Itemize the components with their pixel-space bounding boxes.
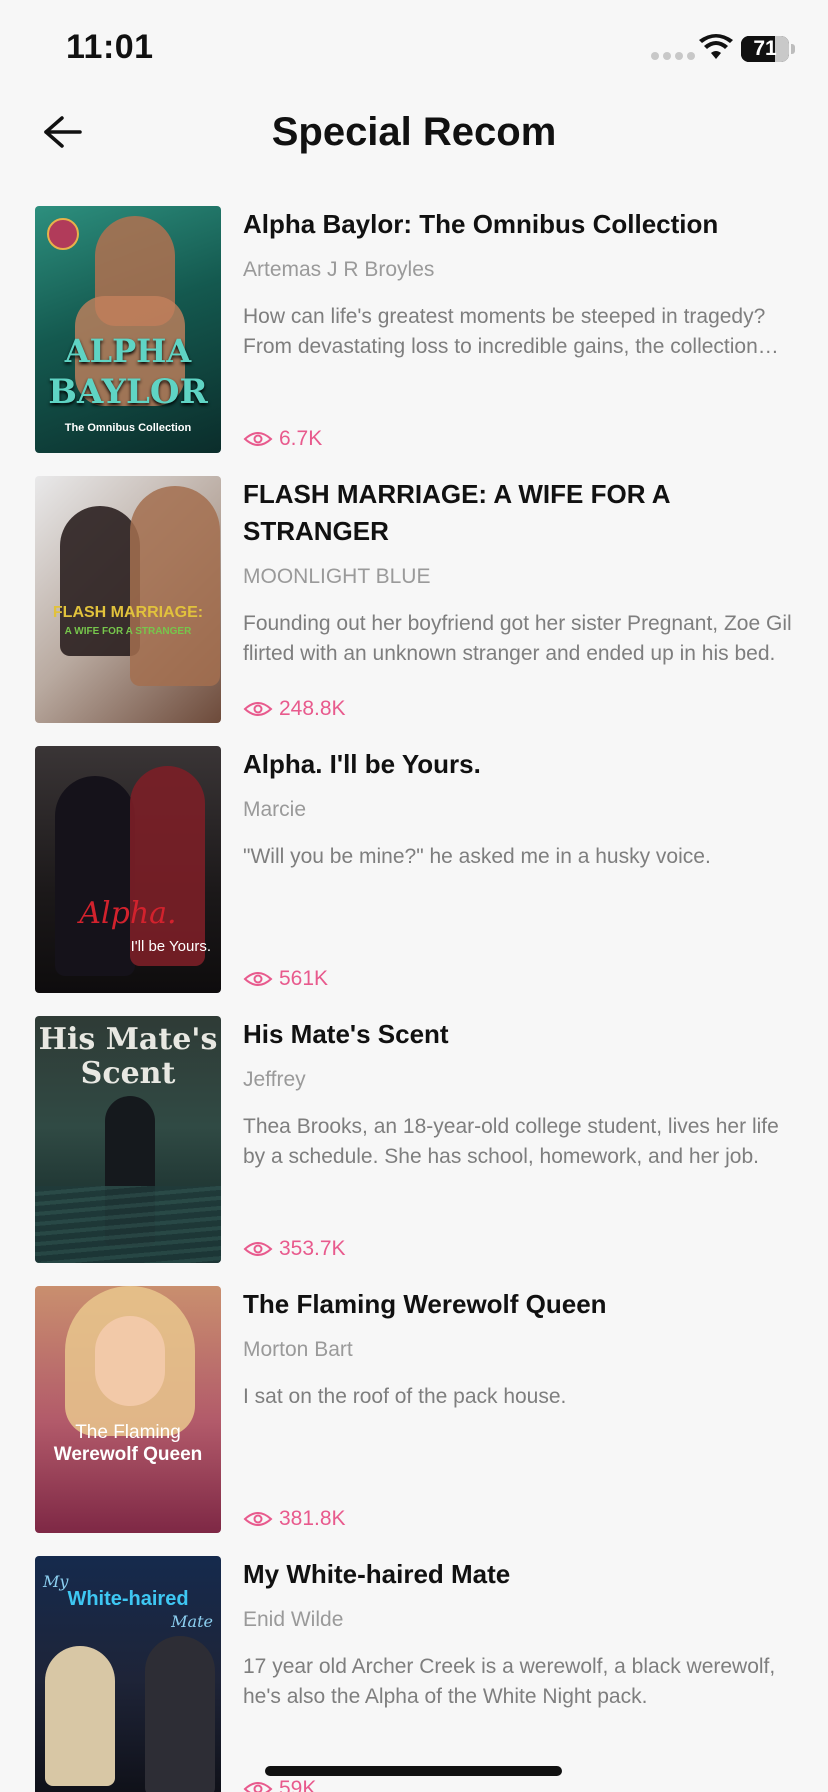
book-cover: My White-haired Mate <box>35 1556 221 1792</box>
battery-percent: 71 <box>753 37 777 60</box>
book-author: Artemas J R Broyles <box>243 258 435 281</box>
cover-title-line: Mate <box>171 1612 213 1631</box>
book-author: MOONLIGHT BLUE <box>243 565 431 588</box>
cover-title-line: Werewolf Queen <box>53 1444 203 1465</box>
home-indicator[interactable] <box>265 1766 562 1776</box>
signal-icon <box>651 52 695 60</box>
cover-title-line: His Mate's <box>38 1022 218 1057</box>
book-cover: Alpha. I'll be Yours. <box>35 746 221 993</box>
views-count: 59K <box>279 1777 317 1792</box>
book-views: 381.8K <box>243 1505 346 1533</box>
book-description: How can life's greatest moments be steep… <box>243 305 766 358</box>
cover-subtitle: I'll be Yours. <box>130 938 211 955</box>
book-title: The Flaming Werewolf Queen <box>243 1289 607 1319</box>
book-info: The Flaming Werewolf Queen Morton Bart I… <box>243 1286 793 1533</box>
book-cover: The Flaming Werewolf Queen <box>35 1286 221 1533</box>
cover-title-line: The Flaming <box>75 1422 181 1443</box>
screen: 11:01 71 Special Recom ALPHA BAYLOR The … <box>0 0 828 1792</box>
cover-title-line: ALPHA <box>64 332 192 370</box>
nav-bar: Special Recom <box>0 100 828 166</box>
eye-icon <box>243 1512 273 1526</box>
cover-title-line: BAYLOR <box>48 372 208 412</box>
cover-title-line: Scent <box>80 1056 176 1091</box>
book-title: Alpha. I'll be Yours. <box>243 749 481 779</box>
book-views: 6.7K <box>243 425 322 453</box>
book-title: FLASH MARRIAGE: A WIFE FOR A STRANGER <box>243 479 670 546</box>
book-views: 353.7K <box>243 1235 346 1263</box>
page-title: Special Recom <box>271 110 557 154</box>
views-count: 353.7K <box>279 1237 346 1260</box>
book-description: 17 year old Archer Creek is a werewolf, … <box>243 1655 776 1708</box>
book-info: His Mate's Scent Jeffrey Thea Brooks, an… <box>243 1016 793 1263</box>
book-cover: His Mate's Scent <box>35 1016 221 1263</box>
book-info: Alpha Baylor: The Omnibus Collection Art… <box>243 206 793 453</box>
book-title: His Mate's Scent <box>243 1019 449 1049</box>
eye-icon <box>243 1782 273 1792</box>
views-count: 248.8K <box>279 697 346 720</box>
book-author: Morton Bart <box>243 1338 353 1361</box>
wifi-icon <box>699 34 733 59</box>
cover-title-line: White-haired <box>67 1588 189 1610</box>
book-list: ALPHA BAYLOR The Omnibus Collection Alph… <box>0 206 828 1792</box>
views-count: 561K <box>279 967 329 990</box>
book-info: My White-haired Mate Enid Wilde 17 year … <box>243 1556 793 1792</box>
book-item[interactable]: FLASH MARRIAGE: A WIFE FOR A STRANGER FL… <box>0 476 828 746</box>
book-item[interactable]: ALPHA BAYLOR The Omnibus Collection Alph… <box>0 206 828 476</box>
views-count: 381.8K <box>279 1507 346 1530</box>
eye-icon <box>243 972 273 986</box>
book-author: Enid Wilde <box>243 1608 344 1631</box>
book-author: Jeffrey <box>243 1068 306 1091</box>
book-views: 248.8K <box>243 695 346 723</box>
book-description: Founding out her boyfriend got her siste… <box>243 612 792 665</box>
book-item[interactable]: My White-haired Mate My White-haired Mat… <box>0 1556 828 1792</box>
book-item[interactable]: The Flaming Werewolf Queen The Flaming W… <box>0 1286 828 1556</box>
book-title: Alpha Baylor: The Omnibus Collection <box>243 209 719 239</box>
eye-icon <box>243 432 273 446</box>
book-author: Marcie <box>243 798 307 821</box>
battery-cap <box>791 44 795 54</box>
book-description: Thea Brooks, an 18-year-old college stud… <box>243 1115 779 1168</box>
book-item[interactable]: His Mate's Scent His Mate's Scent Jeffre… <box>0 1016 828 1286</box>
cover-subtitle: A WIFE FOR A STRANGER <box>64 626 192 637</box>
eye-icon <box>243 702 273 716</box>
status-time: 11:01 <box>66 28 154 66</box>
book-title: My White-haired Mate <box>243 1559 511 1589</box>
views-count: 6.7K <box>279 427 323 450</box>
battery-icon: 71 <box>741 36 789 62</box>
cover-title-line: Alpha. <box>79 896 177 931</box>
book-views: 59K <box>243 1775 316 1792</box>
book-item[interactable]: Alpha. I'll be Yours. Alpha. I'll be You… <box>0 746 828 1016</box>
cover-subtitle: The Omnibus Collection <box>64 422 192 434</box>
book-info: Alpha. I'll be Yours. Marcie "Will you b… <box>243 746 793 993</box>
status-bar: 11:01 71 <box>0 0 828 100</box>
book-info: FLASH MARRIAGE: A WIFE FOR A STRANGER MO… <box>243 476 793 723</box>
book-cover: ALPHA BAYLOR The Omnibus Collection <box>35 206 221 453</box>
cover-title-line: FLASH MARRIAGE: <box>52 604 204 621</box>
book-cover: FLASH MARRIAGE: A WIFE FOR A STRANGER <box>35 476 221 723</box>
book-views: 561K <box>243 965 328 993</box>
eye-icon <box>243 1242 273 1256</box>
book-description: "Will you be mine?" he asked me in a hus… <box>243 845 711 868</box>
book-description: I sat on the roof of the pack house. <box>243 1385 567 1408</box>
